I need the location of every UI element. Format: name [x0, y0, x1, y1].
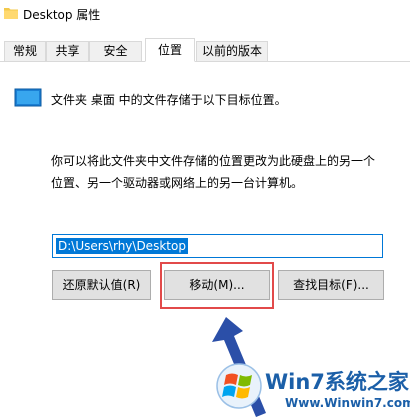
tab-security[interactable]: 安全 [89, 41, 142, 61]
folder-icon [4, 8, 18, 19]
location-path-input[interactable]: D:\Users\rhy\Desktop [52, 234, 383, 258]
tab-general[interactable]: 常规 [4, 41, 46, 61]
window-title: Desktop 属性 [23, 8, 101, 22]
find-target-button[interactable]: 查找目标(F)... [278, 270, 384, 300]
location-info-text: 文件夹 桌面 中的文件存储于以下目标位置。 [51, 93, 287, 107]
restore-default-button[interactable]: 还原默认值(R) [52, 270, 151, 300]
windows-logo-icon [216, 363, 262, 409]
tab-previous-versions[interactable]: 以前的版本 [196, 41, 268, 61]
watermark-url: Www.Winwin7.com [285, 396, 410, 410]
tab-sharing[interactable]: 共享 [46, 41, 89, 61]
location-path-value: D:\Users\rhy\Desktop [56, 238, 188, 254]
watermark-brand: Win7系统之家 [265, 370, 409, 394]
tab-panel-border [0, 61, 410, 62]
desktop-monitor-icon [14, 88, 42, 107]
tab-location[interactable]: 位置 [145, 38, 195, 62]
watermark: Win7系统之家 Www.Winwin7.com [215, 360, 410, 417]
location-description-line2: 位置、另一个驱动器或网络上的另一台计算机。 [51, 176, 304, 190]
location-description-line1: 你可以将此文件夹中文件存储的位置更改为此硬盘上的另一个 [51, 154, 376, 168]
title-bar: Desktop 属性 [0, 0, 410, 30]
